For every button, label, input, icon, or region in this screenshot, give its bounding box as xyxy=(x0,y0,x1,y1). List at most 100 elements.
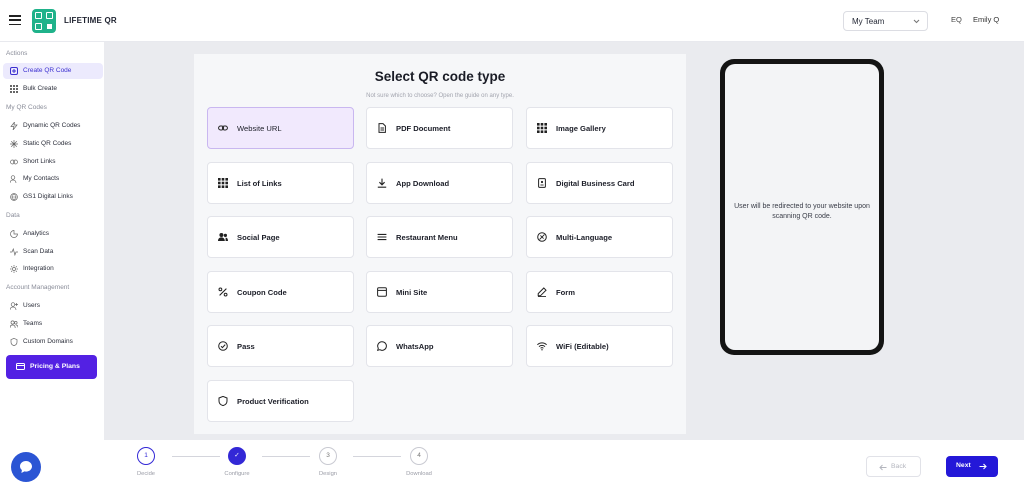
type-card-label: Website URL xyxy=(237,124,282,133)
link-icon xyxy=(10,159,18,165)
shield-icon xyxy=(10,338,18,346)
type-card-label: Pass xyxy=(237,342,255,351)
preview-text: User will be redirected to your website … xyxy=(734,203,870,220)
type-card-wifi-editable[interactable]: WiFi (Editable) xyxy=(526,325,673,367)
contacts-icon xyxy=(10,175,17,183)
step-configure-label: Configure xyxy=(224,471,250,477)
type-card-social-page[interactable]: Social Page xyxy=(207,216,354,258)
step-download-circle[interactable]: 4 xyxy=(410,447,428,465)
sidebar-item-label: Dynamic QR Codes xyxy=(23,122,81,129)
type-card-label: WiFi (Editable) xyxy=(556,342,609,351)
user-add-icon xyxy=(10,302,18,310)
sidebar-item-gs1-digital-links[interactable]: GS1 Digital Links xyxy=(3,189,103,205)
sidebar-item-label: Create QR Code xyxy=(23,67,72,74)
sidebar-item-scan-data[interactable]: Scan Data xyxy=(3,244,103,260)
type-card-digital-business-card[interactable]: Digital Business Card xyxy=(526,162,673,204)
type-card-label: Multi-Language xyxy=(556,233,613,242)
credit-card-icon xyxy=(16,363,25,370)
step-configure-circle[interactable]: ✓ xyxy=(228,447,246,465)
section-title-my-qr-codes: My QR Codes xyxy=(6,104,47,111)
step-connector xyxy=(353,456,401,457)
sparkle-icon xyxy=(10,140,18,148)
sidebar-item-integration[interactable]: Integration xyxy=(3,261,103,277)
percent-icon xyxy=(218,287,228,297)
type-card-label: Digital Business Card xyxy=(556,179,635,188)
type-card-product-verification[interactable]: Product Verification xyxy=(207,380,354,422)
download-icon xyxy=(377,178,387,188)
pricing-plans-button[interactable]: Pricing & Plans xyxy=(6,355,97,379)
step-design-circle[interactable]: 3 xyxy=(319,447,337,465)
type-card-list-of-links[interactable]: List of Links xyxy=(207,162,354,204)
grid-icon xyxy=(537,123,547,133)
page-title: Select QR code type xyxy=(374,69,506,84)
sidebar-item-create-qr-code[interactable]: Create QR Code xyxy=(3,63,103,79)
browser-window-icon xyxy=(377,287,387,297)
type-card-pass[interactable]: Pass xyxy=(207,325,354,367)
type-card-website-url[interactable]: Website URL xyxy=(207,107,354,149)
sidebar-item-label: Static QR Codes xyxy=(23,140,72,147)
main-content: Select QR code type Not sure which to ch… xyxy=(104,42,1024,440)
step-connector xyxy=(262,456,310,457)
team-select-value: My Team xyxy=(852,17,885,26)
step-decide-circle[interactable]: 1 xyxy=(137,447,155,465)
hamburger-menu-icon[interactable] xyxy=(9,15,21,26)
type-card-label: App Download xyxy=(396,179,450,188)
people-icon xyxy=(218,233,228,241)
next-button[interactable]: Next xyxy=(946,456,998,477)
app-logo xyxy=(32,9,56,33)
sidebar-item-label: GS1 Digital Links xyxy=(23,193,73,200)
grid-icon xyxy=(218,178,228,188)
team-select[interactable]: My Team xyxy=(843,11,928,31)
sidebar-item-bulk-create[interactable]: Bulk Create xyxy=(3,81,103,97)
type-card-label: List of Links xyxy=(237,179,282,188)
arrow-right-icon xyxy=(979,463,987,470)
sidebar-item-users[interactable]: Users xyxy=(3,298,103,314)
type-card-whatsapp[interactable]: WhatsApp xyxy=(366,325,513,367)
pie-chart-icon xyxy=(10,230,18,238)
top-header: LIFETIME QR My Team EQ Emily Q xyxy=(0,0,1024,42)
sidebar-item-teams[interactable]: Teams xyxy=(3,316,103,332)
type-card-label: PDF Document xyxy=(396,124,451,133)
wifi-icon xyxy=(537,342,547,351)
step-decide-label: Decide xyxy=(136,471,156,477)
type-card-label: WhatsApp xyxy=(396,342,434,351)
brand-name: LIFETIME QR xyxy=(64,16,117,25)
back-button[interactable]: Back xyxy=(866,456,921,477)
type-card-pdf-document[interactable]: PDF Document xyxy=(366,107,513,149)
type-card-image-gallery[interactable]: Image Gallery xyxy=(526,107,673,149)
chat-support-button[interactable] xyxy=(11,452,41,482)
sidebar-item-dynamic-qr-codes[interactable]: Dynamic QR Codes xyxy=(3,118,103,134)
sidebar-item-my-contacts[interactable]: My Contacts xyxy=(3,171,103,187)
sidebar-item-static-qr-codes[interactable]: Static QR Codes xyxy=(3,136,103,152)
sidebar-item-analytics[interactable]: Analytics xyxy=(3,226,103,242)
link-icon xyxy=(218,125,228,131)
sidebar-item-custom-domains[interactable]: Custom Domains xyxy=(3,334,103,350)
phone-screen: User will be redirected to your website … xyxy=(725,64,879,350)
chat-bubble-icon xyxy=(20,461,32,473)
step-design-label: Design xyxy=(318,471,338,477)
section-title-actions: Actions xyxy=(6,50,28,57)
section-title-account-management: Account Management xyxy=(6,284,70,291)
sidebar-item-label: Users xyxy=(23,302,40,309)
type-card-app-download[interactable]: App Download xyxy=(366,162,513,204)
grid-icon xyxy=(10,85,18,93)
type-card-mini-site[interactable]: Mini Site xyxy=(366,271,513,313)
pen-icon xyxy=(537,287,547,297)
section-title-data: Data xyxy=(6,212,20,219)
type-card-restaurant-menu[interactable]: Restaurant Menu xyxy=(366,216,513,258)
chat-bubble-icon xyxy=(377,341,387,351)
arrow-left-icon xyxy=(879,464,887,471)
type-card-form[interactable]: Form xyxy=(526,271,673,313)
step-connector xyxy=(172,456,220,457)
sidebar-item-short-links[interactable]: Short Links xyxy=(3,154,103,170)
sidebar-item-label: Scan Data xyxy=(23,248,54,255)
team-icon xyxy=(10,320,18,328)
type-card-label: Image Gallery xyxy=(556,124,606,133)
menu-lines-icon xyxy=(377,233,387,241)
sidebar-item-label: Custom Domains xyxy=(23,338,73,345)
type-card-multi-language[interactable]: Multi-Language xyxy=(526,216,673,258)
type-card-coupon-code[interactable]: Coupon Code xyxy=(207,271,354,313)
avatar[interactable]: EQ xyxy=(951,15,962,24)
user-name[interactable]: Emily Q xyxy=(973,15,999,24)
sidebar-item-label: My Contacts xyxy=(23,175,60,182)
